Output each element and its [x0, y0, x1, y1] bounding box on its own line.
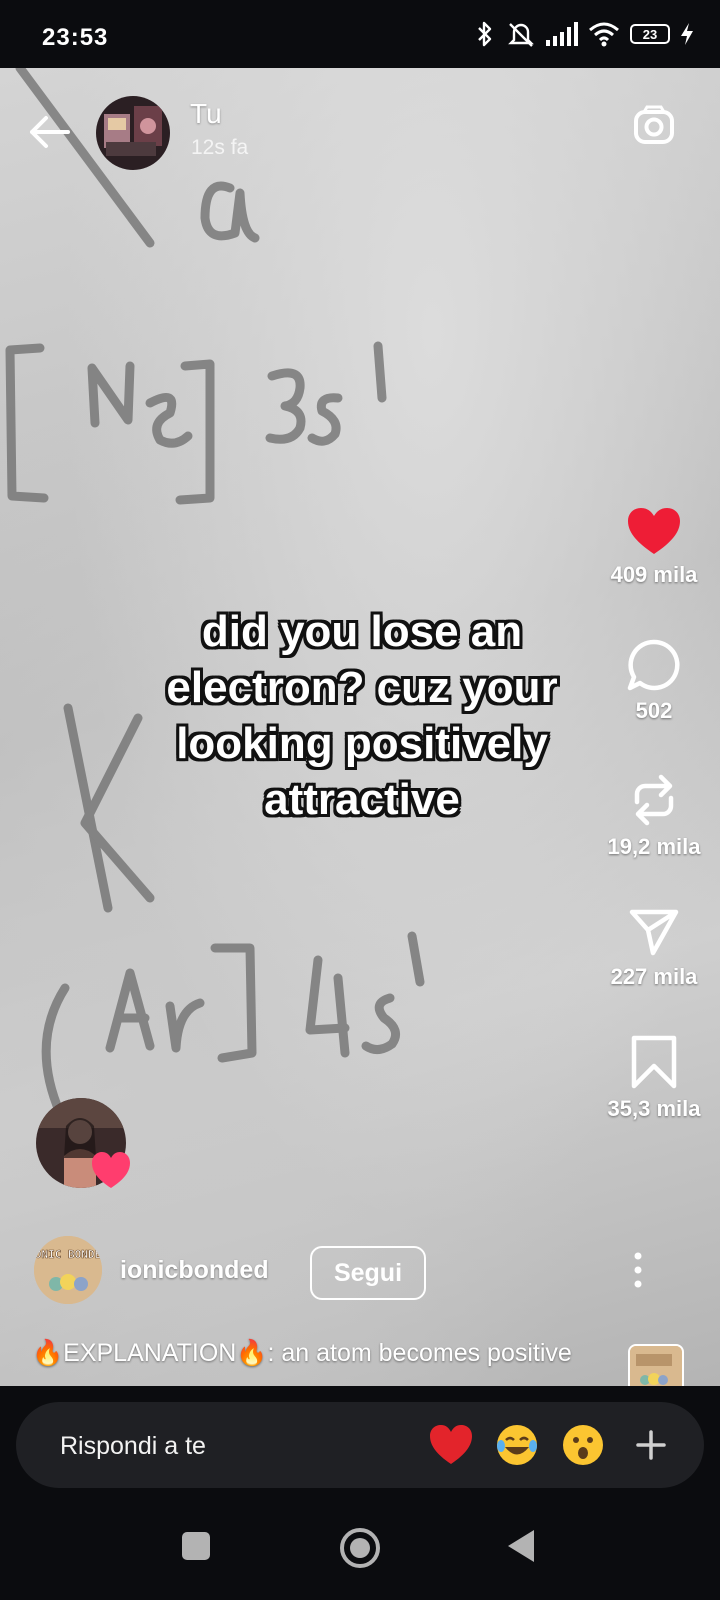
post-description[interactable]: 🔥EXPLANATION🔥: an atom becomes positive … — [32, 1336, 572, 1386]
status-icons: 23 — [474, 20, 694, 48]
signal-icon — [546, 22, 578, 46]
camera-icon[interactable] — [630, 102, 678, 150]
repost-action[interactable]: 19,2 mila — [594, 772, 714, 860]
reply-placeholder[interactable]: Rispondi a te — [60, 1432, 206, 1461]
status-time: 23:53 — [42, 24, 109, 51]
surprised-face-emoji-icon[interactable] — [560, 1422, 606, 1468]
save-action[interactable]: 35,3 mila — [594, 1034, 714, 1122]
send-icon[interactable] — [628, 906, 680, 958]
description-prefix: EXPLANATION — [63, 1339, 237, 1367]
home-icon[interactable] — [338, 1526, 382, 1570]
reply-input[interactable]: Rispondi a te — [16, 1402, 704, 1488]
saves-count: 35,3 mila — [607, 1096, 701, 1121]
user-avatar[interactable] — [96, 96, 170, 170]
comment-icon[interactable] — [626, 638, 682, 692]
fire-icon: 🔥 — [236, 1339, 268, 1367]
bluetooth-icon — [478, 21, 492, 47]
heart-icon[interactable] — [626, 506, 682, 556]
mute-icon — [508, 23, 534, 47]
repost-icon[interactable] — [629, 772, 679, 828]
liked-heart-icon — [92, 1152, 130, 1188]
reply-area: Rispondi a te — [0, 1386, 720, 1496]
share-action[interactable]: 227 mila — [594, 906, 714, 990]
account-avatar-text: IONIC BONDED — [34, 1248, 102, 1261]
shares-count: 227 mila — [610, 964, 698, 989]
fire-icon: 🔥 — [32, 1339, 64, 1367]
more-options-icon[interactable] — [628, 1248, 648, 1292]
story-viewer[interactable]: Tu 12s fa did you lose an electron? cuz … — [0, 68, 720, 1386]
like-action[interactable]: 409 mila — [594, 506, 714, 588]
account-avatar[interactable]: IONIC BONDED — [34, 1236, 102, 1304]
red-heart-emoji-icon[interactable] — [428, 1422, 474, 1468]
account-name[interactable]: ionicbonded — [120, 1256, 269, 1285]
tears-of-joy-emoji-icon[interactable] — [494, 1422, 540, 1468]
system-nav-bar — [0, 1496, 720, 1600]
bookmark-icon[interactable] — [630, 1034, 678, 1090]
story-text-overlay: did you lose an electron? cuz your looki… — [166, 607, 558, 824]
back-arrow-icon[interactable] — [24, 108, 72, 156]
back-nav-icon[interactable] — [506, 1528, 536, 1564]
comments-count: 502 — [635, 698, 673, 723]
post-thumbnail[interactable] — [628, 1344, 684, 1386]
story-timestamp: 12s fa — [191, 136, 249, 159]
recents-icon[interactable] — [180, 1530, 212, 1562]
reposts-count: 19,2 mila — [607, 834, 701, 859]
battery-icon: 23 — [630, 24, 670, 44]
charging-icon — [681, 23, 693, 45]
story-username[interactable]: Tu — [190, 98, 222, 130]
follow-button[interactable]: Segui — [310, 1246, 426, 1300]
likes-count: 409 mila — [610, 562, 698, 587]
wifi-icon — [589, 22, 619, 47]
status-bar: 23:53 23 — [0, 0, 720, 68]
plus-icon[interactable] — [628, 1422, 674, 1468]
account-row: IONIC BONDED ionicbonded Segui — [30, 1236, 690, 1304]
comment-action[interactable]: 502 — [594, 638, 714, 724]
